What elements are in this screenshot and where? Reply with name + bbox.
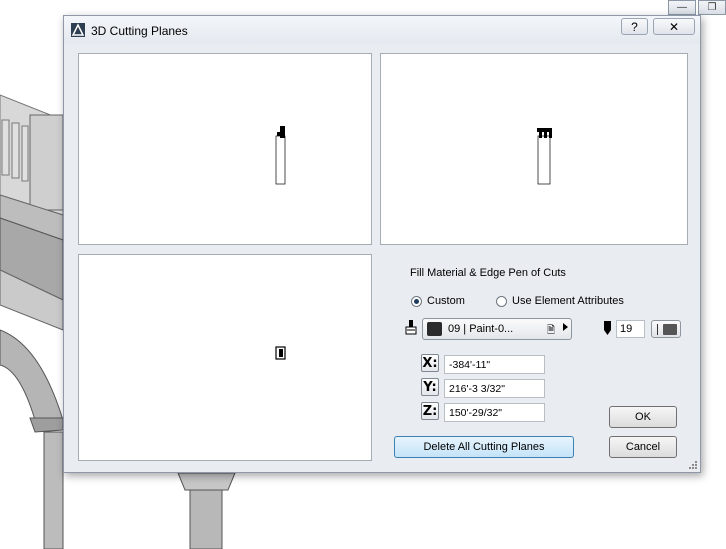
front-view-preview[interactable] [380, 53, 688, 245]
delete-all-cutting-planes-button[interactable]: Delete All Cutting Planes [394, 436, 574, 458]
y-coordinate-button[interactable]: Y: [421, 378, 439, 396]
minimize-button[interactable]: — [668, 0, 696, 15]
top-view-preview[interactable] [78, 254, 372, 461]
custom-radio-option[interactable]: Custom [411, 295, 465, 307]
z-coordinate-button[interactable]: Z: [421, 402, 439, 420]
maximize-button[interactable]: ❐ [698, 0, 726, 15]
resize-grip-icon[interactable] [687, 459, 697, 469]
custom-radio-label: Custom [427, 295, 465, 307]
section-shape [275, 346, 286, 360]
dialog-title: 3D Cutting Planes [91, 24, 188, 38]
archicad-app-icon [71, 23, 85, 37]
section-shape [275, 126, 286, 185]
surface-material-dropdown[interactable]: 09 | Paint-0... 🗎 [422, 318, 572, 340]
custom-radio[interactable] [411, 295, 422, 307]
pen-color-swatch [663, 324, 677, 335]
element-attributes-radio-label: Use Element Attributes [512, 295, 624, 307]
side-view-preview[interactable] [78, 53, 372, 245]
cutting-planes-dialog: 3D Cutting Planes ? ✕ Fill Material & Ed… [63, 15, 701, 473]
x-coordinate-field[interactable]: -384'-11" [444, 355, 545, 374]
pen-icon [604, 321, 611, 335]
section-shape [537, 128, 552, 185]
help-button[interactable]: ? [621, 18, 648, 35]
element-attributes-radio-option[interactable]: Use Element Attributes [496, 295, 624, 307]
ok-button[interactable]: OK [609, 406, 677, 428]
pen-color-divider [657, 324, 658, 335]
close-button[interactable]: ✕ [653, 18, 695, 35]
y-coordinate-field[interactable]: 216'-3 3/32" [444, 379, 545, 398]
pen-number-field[interactable]: 19 [616, 320, 645, 338]
material-swatch [427, 322, 442, 336]
element-attributes-radio[interactable] [496, 295, 507, 307]
dialog-titlebar[interactable]: 3D Cutting Planes ? ✕ [64, 16, 700, 44]
material-name: 09 | Paint-0... [448, 323, 514, 335]
pen-color-button[interactable] [651, 320, 681, 338]
z-coordinate-field[interactable]: 150'-29/32" [444, 403, 545, 422]
paint-brush-icon [405, 320, 417, 335]
x-coordinate-button[interactable]: X: [421, 354, 439, 372]
chevron-right-icon [563, 323, 568, 331]
cancel-button[interactable]: Cancel [609, 436, 677, 458]
fill-material-heading: Fill Material & Edge Pen of Cuts [410, 267, 566, 279]
document-icon: 🗎 [547, 325, 556, 336]
window-controls: — ❐ [666, 0, 726, 16]
